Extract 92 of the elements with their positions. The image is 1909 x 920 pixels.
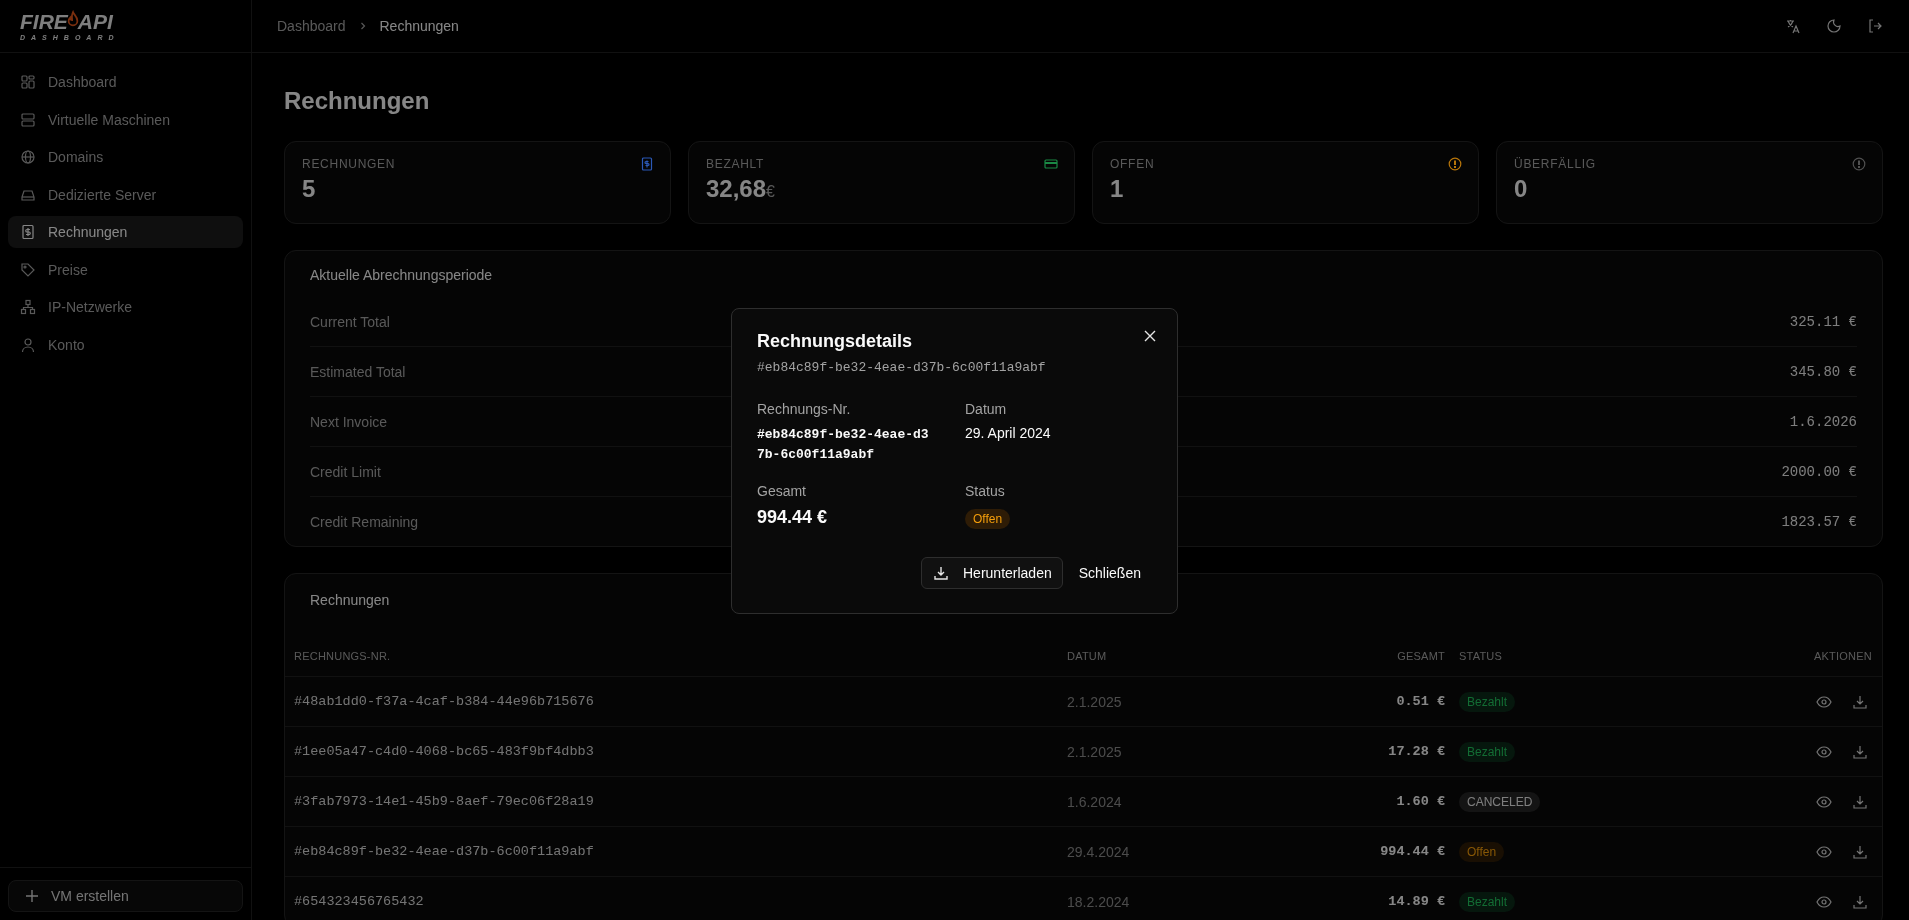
billing-label: Estimated Total [310, 363, 406, 380]
column-header: DATUM [1067, 650, 1108, 662]
grid-icon [20, 74, 36, 90]
column-header: STATUS [1458, 650, 1504, 662]
moon-icon[interactable] [1826, 18, 1842, 34]
invoice-number-cell-text: #eb84c89f-be32-4eae-d37b-6c00f11a9abf [294, 844, 595, 859]
stat-value: 32,68€ [706, 175, 776, 203]
date-cell-text: 2.1.2025 [1067, 743, 1123, 760]
sidebar-item[interactable]: Preise [8, 253, 243, 286]
invoice-date: 29. April 2024 [965, 425, 1052, 441]
status-badge: CANCELED [1459, 791, 1541, 812]
page-title: Rechnungen [284, 87, 431, 115]
field-label: Datum [965, 401, 1008, 417]
date-cell-text: 2.1.2025 [1067, 693, 1123, 710]
billing-value: 325.11 € [1789, 313, 1857, 330]
billing-value: 2000.00 € [1781, 463, 1857, 480]
sidebar-item[interactable]: Virtuelle Maschinen [8, 103, 243, 136]
status-badge: Offen [1459, 841, 1505, 862]
network-icon [20, 299, 36, 315]
invoice-number-cell-text: #48ab1dd0-f37a-4caf-b384-44e96b715676 [294, 694, 595, 709]
eye-icon[interactable] [1816, 743, 1832, 760]
date-cell-text: 29.4.2024 [1067, 843, 1131, 860]
breadcrumb-link[interactable]: Dashboard [277, 18, 346, 34]
plus-icon [25, 889, 39, 903]
total-cell-text: 0.51 € [1395, 694, 1445, 709]
column-header: RECHNUNGS-NR. [294, 650, 392, 662]
create-vm-button[interactable]: VM erstellen [8, 880, 243, 912]
field-label: Rechnungs-Nr. [757, 401, 852, 417]
column-header: GESAMT [1396, 650, 1445, 662]
download-icon[interactable] [1852, 793, 1868, 810]
sidebar-item[interactable]: Dedizierte Server [8, 178, 243, 211]
status-badge: Offen [965, 509, 1011, 529]
close-icon[interactable] [1144, 330, 1156, 342]
globe-icon [20, 149, 36, 165]
total-cell-text: 994.44 € [1379, 844, 1445, 859]
invoice-icon [20, 224, 36, 240]
sidebar-item[interactable]: Dashboard [8, 66, 243, 98]
billing-value: 1.6.2026 [1789, 413, 1857, 430]
tag-icon [20, 261, 36, 278]
sidebar-item[interactable]: Rechnungen [8, 216, 243, 248]
billing-label: Credit Limit [310, 463, 381, 480]
total-cell-text: 1.60 € [1395, 794, 1445, 809]
stat-value: 0 [1514, 175, 1529, 203]
eye-icon[interactable] [1816, 893, 1832, 910]
download-icon[interactable] [1852, 743, 1868, 760]
date-cell-text: 1.6.2024 [1067, 793, 1123, 810]
invoice-number: #eb84c89f-be32-4eae-d37b-6c00f11a9abf [757, 426, 930, 464]
stat-value: 5 [302, 175, 317, 203]
stat-label: BEZAHLT [706, 157, 765, 171]
server-icon [20, 111, 36, 128]
stat-label: ÜBERFÄLLIG [1514, 157, 1596, 171]
dialog-subtitle: #eb84c89f-be32-4eae-d37b-6c00f11a9abf [757, 360, 1047, 375]
translate-icon[interactable] [1785, 18, 1801, 34]
field-label: Gesamt [757, 483, 807, 499]
status-badge: Bezahlt [1459, 891, 1516, 912]
card-title: Aktuelle Abrechnungsperiode [310, 267, 494, 285]
eye-icon[interactable] [1816, 693, 1832, 710]
logout-icon[interactable] [1867, 18, 1883, 34]
download-icon[interactable] [1852, 693, 1868, 710]
close-button[interactable]: Schließen [1066, 557, 1153, 589]
total-cell-text: 17.28 € [1387, 744, 1445, 759]
status-badge: Bezahlt [1459, 691, 1516, 712]
sidebar-item[interactable]: IP-Netzwerke [8, 291, 243, 323]
breadcrumb-current: Rechnungen [379, 18, 459, 34]
billing-label: Credit Remaining [310, 513, 419, 530]
eye-icon[interactable] [1816, 843, 1832, 860]
dialog-title: Rechnungsdetails [757, 331, 914, 352]
download-icon[interactable] [1852, 843, 1868, 860]
column-header: AKTIONEN [1813, 650, 1872, 662]
download-icon[interactable] [1852, 893, 1868, 910]
sidebar-item[interactable]: Konto [8, 328, 243, 361]
card-title: Rechnungen [309, 591, 391, 610]
billing-label: Current Total [310, 313, 390, 330]
status-badge: Bezahlt [1459, 741, 1516, 762]
stat-label: OFFEN [1110, 157, 1155, 171]
date-cell-text: 18.2.2024 [1067, 893, 1131, 910]
stat-value: 1 [1110, 175, 1125, 203]
stat-label: RECHNUNGEN [302, 157, 396, 171]
sidebar-item[interactable]: Domains [8, 141, 243, 173]
invoice-number-cell-text: #654323456765432 [294, 894, 425, 909]
billing-value: 345.80 € [1789, 363, 1857, 380]
user-icon [20, 336, 36, 353]
eye-icon[interactable] [1816, 793, 1832, 810]
download-button[interactable]: Herunterladen [921, 557, 1063, 589]
billing-label: Next Invoice [310, 413, 388, 430]
field-label: Status [965, 483, 1006, 499]
total-cell-text: 14.89 € [1387, 894, 1445, 909]
billing-value: 1823.57 € [1781, 513, 1857, 530]
invoice-number-cell-text: #3fab7973-14e1-45b9-8aef-79ec06f28a19 [294, 794, 595, 809]
invoice-total: 994.44 € [757, 507, 829, 528]
download-icon [933, 565, 949, 581]
invoice-number-cell-text: #1ee05a47-c4d0-4068-bc65-483f9bf4dbb3 [294, 744, 595, 759]
